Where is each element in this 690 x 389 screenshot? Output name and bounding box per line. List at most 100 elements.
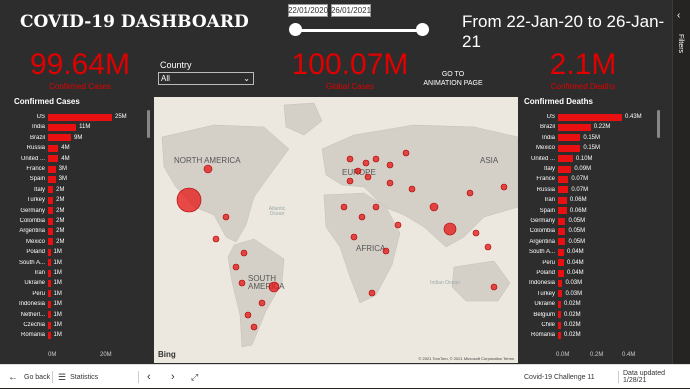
end-date-input[interactable]: 26/01/2021 bbox=[331, 4, 371, 17]
country-dropdown[interactable]: All ⌄ bbox=[158, 72, 254, 85]
bar[interactable] bbox=[558, 165, 572, 173]
deaths-scrollbar[interactable] bbox=[657, 110, 660, 138]
bar-row[interactable]: Turkey 2M bbox=[10, 195, 64, 205]
bar[interactable] bbox=[558, 196, 567, 204]
bar-row[interactable]: United ... 4M bbox=[10, 154, 70, 164]
bar[interactable] bbox=[558, 207, 567, 215]
bar-row[interactable]: Peru 1M bbox=[10, 289, 62, 299]
bar-data-label: 0.05M bbox=[568, 228, 586, 235]
start-date-input[interactable]: 22/01/2020 bbox=[288, 4, 328, 17]
bar-row[interactable]: Romania 0.02M bbox=[520, 330, 581, 340]
bar-category-label: France bbox=[26, 166, 45, 172]
bar-row[interactable]: France 0.07M bbox=[520, 174, 588, 184]
bar-row[interactable]: Spain 0.06M bbox=[520, 206, 587, 216]
bar-row[interactable]: France 3M bbox=[10, 164, 67, 174]
map-label-africa: AFRICA bbox=[356, 244, 386, 253]
bar-row[interactable]: Indonesia 0.03M bbox=[520, 278, 582, 288]
bar-data-label: 0.03M bbox=[565, 280, 583, 287]
bar-row[interactable]: Colombia 0.05M bbox=[520, 226, 585, 236]
bar-row[interactable]: South A... 0.04M bbox=[520, 247, 584, 257]
bar[interactable] bbox=[558, 155, 573, 163]
chevron-right-icon: › bbox=[171, 371, 175, 383]
bar-row[interactable]: Indonesia 1M bbox=[10, 299, 62, 309]
bar[interactable] bbox=[558, 123, 591, 131]
bar-row[interactable]: Argentina 2M bbox=[10, 226, 64, 236]
bar-row[interactable]: Spain 3M bbox=[10, 174, 67, 184]
filters-pane[interactable]: ‹ Filters bbox=[672, 0, 690, 364]
bar-row[interactable]: Argentina 0.05M bbox=[520, 237, 585, 247]
bar[interactable] bbox=[48, 113, 112, 121]
next-page-button[interactable]: › bbox=[171, 365, 175, 389]
bar-row[interactable]: Iran 0.06M bbox=[520, 195, 587, 205]
bar-row[interactable]: Turkey 0.03M bbox=[520, 289, 582, 299]
bar-row[interactable]: Germany 0.05M bbox=[520, 216, 585, 226]
bar-row[interactable]: Brazil 0.22M bbox=[520, 122, 610, 132]
bar-row[interactable]: Iran 1M bbox=[10, 268, 62, 278]
bar[interactable] bbox=[48, 165, 56, 173]
bottom-bar: ← Go back ☰ Statistics ‹ › ⤢ Covid-19 Ch… bbox=[0, 364, 690, 388]
bar-row[interactable]: India 0.15M bbox=[520, 133, 600, 143]
data-updated-text: Data updated 1/28/21 bbox=[623, 370, 666, 384]
page-selector-label: Statistics bbox=[70, 373, 99, 381]
bar-data-label: 2M bbox=[56, 238, 65, 245]
bar-row[interactable]: Ukraine 0.02M bbox=[520, 299, 581, 309]
chevron-left-icon[interactable]: ‹ bbox=[677, 10, 680, 21]
page-selector[interactable]: ☰ Statistics bbox=[58, 365, 98, 389]
bar-row[interactable]: US 25M bbox=[10, 112, 127, 122]
world-map[interactable]: NORTH AMERICA EUROPE ASIA AFRICA SOUTH A… bbox=[154, 97, 518, 363]
bar[interactable] bbox=[48, 123, 77, 131]
fullscreen-button[interactable]: ⤢ bbox=[191, 365, 198, 389]
bar[interactable] bbox=[558, 238, 566, 246]
bar-row[interactable]: Brazil 9M bbox=[10, 133, 82, 143]
bar-row[interactable]: Belgium 0.02M bbox=[520, 310, 581, 320]
bar[interactable] bbox=[558, 217, 566, 225]
bar[interactable] bbox=[48, 175, 56, 183]
map-label-north-america: NORTH AMERICA bbox=[174, 156, 241, 165]
bar[interactable] bbox=[48, 134, 72, 142]
bar-row[interactable]: Netherl... 1M bbox=[10, 310, 62, 320]
bar-data-label: 0.04M bbox=[566, 259, 584, 266]
bar[interactable] bbox=[558, 186, 569, 194]
date-slider-track[interactable] bbox=[296, 29, 422, 32]
bar-data-label: 2M bbox=[56, 186, 65, 193]
bar-row[interactable]: Colombia 2M bbox=[10, 216, 64, 226]
map-copyright[interactable]: © 2021 TomTom, © 2021 Microsoft Corporat… bbox=[418, 356, 514, 361]
bar-row[interactable]: Russia 4M bbox=[10, 143, 70, 153]
bar[interactable] bbox=[48, 144, 59, 152]
bar[interactable] bbox=[558, 113, 622, 121]
bar-row[interactable]: Mexico 0.15M bbox=[520, 143, 600, 153]
bar-category-label: Germany bbox=[530, 218, 555, 224]
bar-row[interactable]: Peru 0.04M bbox=[520, 258, 584, 268]
bar[interactable] bbox=[558, 227, 566, 235]
previous-page-button[interactable]: ‹ bbox=[147, 365, 151, 389]
animation-page-link[interactable]: GO TO ANIMATION PAGE bbox=[422, 70, 484, 88]
date-slider-end-handle[interactable] bbox=[416, 23, 429, 36]
bar-row[interactable]: United ... 0.10M bbox=[520, 154, 593, 164]
bar-row[interactable]: Romania 1M bbox=[10, 330, 62, 340]
bar[interactable] bbox=[558, 175, 569, 183]
bar-row[interactable]: US 0.43M bbox=[520, 112, 642, 122]
date-slider-start-handle[interactable] bbox=[289, 23, 302, 36]
bar-row[interactable]: Italy 0.09M bbox=[520, 164, 591, 174]
bar[interactable] bbox=[558, 134, 581, 142]
bar[interactable] bbox=[48, 155, 59, 163]
bar-row[interactable]: Czechia 1M bbox=[10, 320, 62, 330]
bar-row[interactable]: Ukraine 1M bbox=[10, 278, 62, 288]
cases-scrollbar[interactable] bbox=[147, 110, 150, 138]
bar[interactable] bbox=[558, 144, 581, 152]
bar-category-label: Chile bbox=[541, 322, 555, 328]
bar-row[interactable]: Poland 1M bbox=[10, 247, 62, 257]
bar-row[interactable]: Chile 0.02M bbox=[520, 320, 581, 330]
bar-category-label: Netherl... bbox=[20, 311, 45, 318]
back-button[interactable]: ← Go back bbox=[8, 365, 50, 389]
bar-data-label: 1M bbox=[53, 270, 62, 276]
bar-row[interactable]: Russia 0.07M bbox=[520, 185, 588, 195]
bar-row[interactable]: India 11M bbox=[10, 122, 90, 132]
bar-row[interactable]: Germany 2M bbox=[10, 206, 64, 216]
bar-row[interactable]: Poland 0.04M bbox=[520, 268, 584, 278]
bar-row[interactable]: Mexico 2M bbox=[10, 237, 64, 247]
divider bbox=[138, 371, 139, 383]
bar-data-label: 3M bbox=[58, 176, 68, 183]
bar-row[interactable]: South A... 1M bbox=[10, 258, 62, 268]
bar-row[interactable]: Italy 2M bbox=[10, 185, 64, 195]
